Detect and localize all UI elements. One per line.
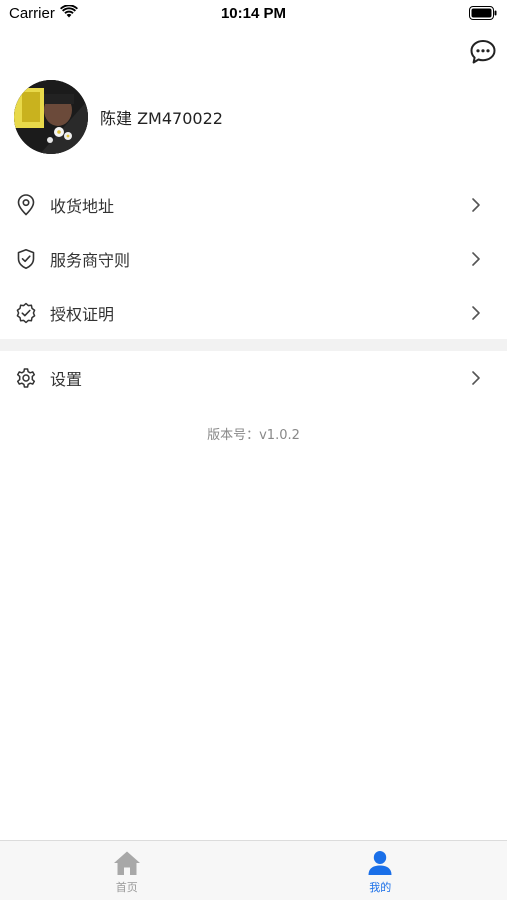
tab-label: 首页	[115, 881, 138, 894]
tab-home[interactable]: 首页	[0, 841, 254, 900]
avatar[interactable]	[14, 80, 88, 154]
profile-screen: Carrier 10:14 PM 陈建 ZM470022 收货地址 服务商守则 …	[0, 0, 507, 900]
shield-check-icon	[15, 248, 37, 270]
menu-item-authorization[interactable]: 授权证明	[0, 286, 507, 340]
user-name: 陈建 ZM470022	[100, 109, 223, 128]
location-pin-icon	[15, 194, 37, 216]
menu-group-settings: 设置	[0, 351, 507, 405]
menu-label: 服务商守则	[50, 251, 131, 270]
menu-item-address[interactable]: 收货地址	[0, 178, 507, 232]
profile-header[interactable]: 陈建 ZM470022	[14, 80, 223, 154]
gear-icon	[15, 367, 37, 389]
version-label: 版本号：v1.0.2	[207, 428, 300, 443]
menu-label: 设置	[50, 370, 83, 389]
menu-label: 授权证明	[50, 305, 115, 324]
certificate-badge-icon	[15, 302, 37, 324]
tab-mine[interactable]: 我的	[254, 841, 507, 900]
menu-item-provider-rules[interactable]: 服务商守则	[0, 232, 507, 286]
chevron-right-icon	[472, 306, 480, 320]
menu-item-settings[interactable]: 设置	[0, 351, 507, 405]
message-button[interactable]	[469, 39, 497, 65]
clock: 10:14 PM	[220, 5, 287, 22]
chevron-right-icon	[472, 252, 480, 266]
section-divider	[0, 339, 507, 351]
home-icon	[113, 851, 140, 875]
menu-label: 收货地址	[50, 197, 115, 216]
menu-group-main: 收货地址 服务商守则 授权证明	[0, 178, 507, 340]
tab-bar: 首页 我的	[0, 840, 507, 900]
chevron-right-icon	[472, 371, 480, 385]
tab-label: 我的	[369, 881, 392, 894]
user-icon	[368, 851, 392, 875]
battery-icon	[469, 6, 497, 24]
status-bar: Carrier 10:14 PM	[0, 0, 507, 28]
chat-bubble-icon	[470, 40, 496, 64]
chevron-right-icon	[472, 198, 480, 212]
avatar-photo	[14, 80, 88, 154]
